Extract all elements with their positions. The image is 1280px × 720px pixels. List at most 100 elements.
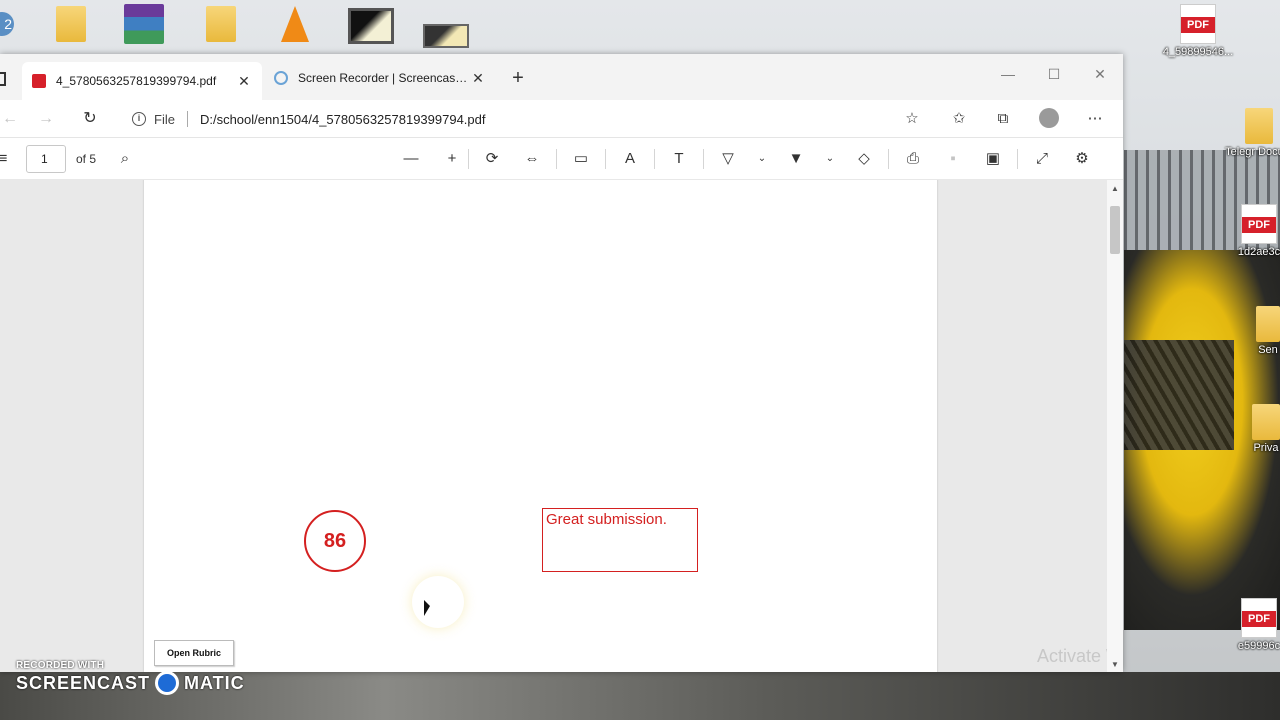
pdf-page: 86 Great submission. Open Rubric xyxy=(144,180,937,672)
scroll-down-icon[interactable]: ▼ xyxy=(1111,660,1119,669)
toolbar-divider xyxy=(468,149,469,169)
maximize-button[interactable]: ☐ xyxy=(1031,54,1077,94)
desktop-folder-icon[interactable] xyxy=(206,6,236,42)
print-icon[interactable]: ⎙ xyxy=(902,148,924,170)
forward-icon[interactable]: → xyxy=(36,109,56,129)
pdf-file-icon: PDF xyxy=(1241,204,1277,244)
desktop-pdf-file[interactable]: PDF 1d2ae3c xyxy=(1238,204,1280,258)
url-scheme: File xyxy=(154,111,175,127)
highlight-icon[interactable]: ▼ xyxy=(785,148,807,170)
add-favorite-icon[interactable]: ☆ xyxy=(902,109,922,129)
url-field[interactable]: i File D:/school/enn1504/4_5780563257819… xyxy=(118,103,934,135)
pdf-toolbar: ≡ of 5 ⌕ — + ⟳ ⇔ ▭ A T ▽ ⌄ ▼ ⌄ ◇ ⎙ ▪ ▣ ⤢… xyxy=(0,138,1123,180)
save-icon[interactable]: ▪ xyxy=(942,148,964,170)
rotate-icon[interactable]: ⟳ xyxy=(481,148,503,170)
toolbar-divider xyxy=(654,149,655,169)
left-badge: 2 xyxy=(4,16,12,32)
page-number-input[interactable] xyxy=(26,145,66,173)
collections-icon[interactable]: ⧉ xyxy=(993,109,1013,129)
draw-icon[interactable]: ▽ xyxy=(717,148,739,170)
url-text[interactable]: D:/school/enn1504/4_5780563257819399794.… xyxy=(200,112,486,127)
screencast-icon xyxy=(274,71,288,85)
tab-bar: 4_5780563257819399794.pdf ✕ Screen Recor… xyxy=(0,54,1123,100)
address-bar: ← → ↻ i File D:/school/enn1504/4_5780563… xyxy=(0,100,1123,138)
pdf-icon xyxy=(32,74,46,88)
fit-to-width-icon[interactable]: ⇔ xyxy=(521,148,543,170)
grade-badge: 86 xyxy=(304,510,366,572)
toolbar-divider xyxy=(1017,149,1018,169)
folder-icon xyxy=(1256,306,1280,342)
desktop-folder[interactable]: Sen xyxy=(1256,306,1280,356)
vertical-scrollbar[interactable]: ▲ ▼ xyxy=(1107,180,1123,672)
search-icon[interactable]: ⌕ xyxy=(114,148,136,170)
desktop-pdf-file[interactable]: PDF e59996c xyxy=(1238,598,1280,652)
page-view-icon[interactable]: ▭ xyxy=(570,148,592,170)
tab-actions-icon[interactable] xyxy=(0,72,6,86)
comment-annotation[interactable]: Great submission. xyxy=(542,508,698,572)
video-file-icon[interactable] xyxy=(348,8,394,44)
add-text-icon[interactable]: T xyxy=(668,148,690,170)
mouse-cursor-icon xyxy=(424,600,430,616)
desktop-file-label: 1d2ae3c xyxy=(1237,246,1280,258)
brand-right: MATIC xyxy=(184,672,245,693)
desktop-file-label: 4_59899546... xyxy=(1162,46,1234,58)
read-aloud-icon[interactable]: A xyxy=(619,148,641,170)
refresh-icon[interactable]: ↻ xyxy=(80,109,100,129)
brand-left: SCREENCAST xyxy=(16,672,151,693)
close-tab-icon[interactable]: ✕ xyxy=(236,73,252,90)
cursor-highlight xyxy=(412,576,464,628)
chevron-down-icon[interactable]: ⌄ xyxy=(751,148,773,170)
close-tab-icon[interactable]: ✕ xyxy=(470,70,486,87)
eraser-icon[interactable]: ◇ xyxy=(853,148,875,170)
record-dot-icon xyxy=(155,671,180,695)
zoom-out-icon[interactable]: — xyxy=(400,148,422,170)
tab-title: 4_5780563257819399794.pdf xyxy=(56,74,217,88)
new-tab-button[interactable]: + xyxy=(508,68,528,88)
pdf-viewer: 86 Great submission. Open Rubric Activat… xyxy=(0,180,1123,672)
folder-icon xyxy=(1245,108,1273,144)
browser-window: 4_5780563257819399794.pdf ✕ Screen Recor… xyxy=(0,54,1123,672)
window-controls: — ☐ ✕ xyxy=(985,54,1123,94)
screencast-logo: SCREENCAST MATIC xyxy=(16,671,245,695)
desktop-pdf-file[interactable]: PDF 4_59899546... xyxy=(1162,4,1234,58)
scrollbar-thumb[interactable] xyxy=(1110,206,1120,254)
vlc-icon[interactable] xyxy=(281,6,309,42)
table-of-contents-icon[interactable]: ≡ xyxy=(0,148,14,170)
favorites-icon[interactable]: ✩ xyxy=(949,109,969,129)
video-file-icon[interactable] xyxy=(423,24,469,48)
page-total: of 5 xyxy=(76,152,97,166)
toolbar-divider xyxy=(605,149,606,169)
profile-avatar[interactable] xyxy=(1039,108,1059,128)
folder-icon xyxy=(1252,404,1280,440)
more-options-icon[interactable]: ⋯ xyxy=(1085,109,1105,129)
pdf-file-icon: PDF xyxy=(1241,598,1277,638)
desktop-file-label: e59996c xyxy=(1237,640,1280,652)
chevron-down-icon[interactable]: ⌄ xyxy=(819,148,841,170)
scroll-up-icon[interactable]: ▲ xyxy=(1111,184,1119,193)
desktop-file-label: Telegr Docum xyxy=(1225,146,1280,158)
toolbar-divider xyxy=(556,149,557,169)
desktop-telegram-folder[interactable]: Telegr Docum xyxy=(1225,108,1280,158)
tab-pdf[interactable]: 4_5780563257819399794.pdf ✕ xyxy=(22,62,262,100)
winrar-icon[interactable] xyxy=(124,4,164,44)
wallpaper-car-grill xyxy=(1124,340,1234,450)
settings-gear-icon[interactable]: ⚙ xyxy=(1071,148,1093,170)
desktop-folder[interactable]: Priva xyxy=(1252,404,1280,454)
desktop-file-label: Priva xyxy=(1253,442,1279,454)
close-window-button[interactable]: ✕ xyxy=(1077,54,1123,94)
tab-screen-recorder[interactable]: Screen Recorder | Screencast-O-Matic ✕ xyxy=(264,62,496,94)
fullscreen-icon[interactable]: ⤢ xyxy=(1031,148,1053,170)
recorded-with-caption: RECORDED WITH xyxy=(16,660,105,671)
tab-title: Screen Recorder | Screencast-O-Matic xyxy=(298,71,470,85)
zoom-in-icon[interactable]: + xyxy=(441,148,463,170)
pdf-file-icon: PDF xyxy=(1180,4,1216,44)
toolbar-divider xyxy=(888,149,889,169)
recording-watermark: RECORDED WITH SCREENCAST MATIC xyxy=(16,660,245,695)
desktop-file-label: Sen xyxy=(1258,344,1278,356)
desktop-folder-icon[interactable] xyxy=(56,6,86,42)
minimize-button[interactable]: — xyxy=(985,54,1031,94)
save-as-icon[interactable]: ▣ xyxy=(982,148,1004,170)
back-icon[interactable]: ← xyxy=(0,109,20,129)
toolbar-divider xyxy=(703,149,704,169)
info-icon[interactable]: i xyxy=(132,112,146,126)
